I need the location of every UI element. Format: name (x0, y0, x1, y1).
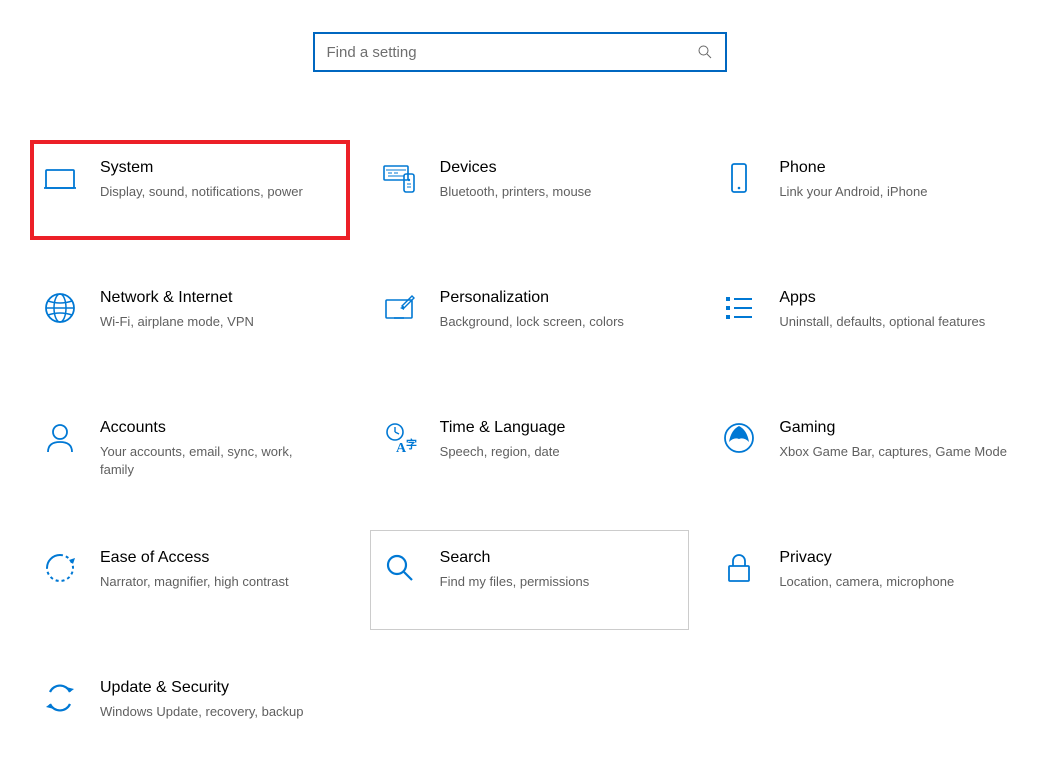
search-category-icon (382, 550, 418, 586)
category-desc: Your accounts, email, sync, work, family (100, 443, 330, 479)
category-title: Time & Language (440, 418, 670, 439)
category-phone[interactable]: Phone Link your Android, iPhone (709, 140, 1029, 240)
category-text: Gaming Xbox Game Bar, captures, Game Mod… (779, 418, 1017, 461)
category-text: Apps Uninstall, defaults, optional featu… (779, 288, 1017, 331)
search-icon (697, 44, 713, 60)
category-title: Phone (779, 158, 1009, 179)
category-title: Update & Security (100, 678, 330, 699)
category-text: Personalization Background, lock screen,… (440, 288, 678, 331)
category-time-language[interactable]: A 字 Time & Language Speech, region, date (370, 400, 690, 500)
category-desc: Find my files, permissions (440, 573, 670, 591)
devices-icon (382, 160, 418, 196)
category-devices[interactable]: Devices Bluetooth, printers, mouse (370, 140, 690, 240)
network-icon (42, 290, 78, 326)
category-update-security[interactable]: Update & Security Windows Update, recove… (30, 660, 350, 760)
category-text: Update & Security Windows Update, recove… (100, 678, 338, 721)
phone-icon (721, 160, 757, 196)
category-desc: Xbox Game Bar, captures, Game Mode (779, 443, 1009, 461)
category-text: Accounts Your accounts, email, sync, wor… (100, 418, 338, 479)
category-network[interactable]: Network & Internet Wi-Fi, airplane mode,… (30, 270, 350, 370)
category-text: Devices Bluetooth, printers, mouse (440, 158, 678, 201)
category-title: Ease of Access (100, 548, 330, 569)
ease-of-access-icon (42, 550, 78, 586)
category-system[interactable]: System Display, sound, notifications, po… (30, 140, 350, 240)
category-search[interactable]: Search Find my files, permissions (370, 530, 690, 630)
category-title: Devices (440, 158, 670, 179)
category-desc: Uninstall, defaults, optional features (779, 313, 1009, 331)
search-container (313, 32, 727, 72)
category-text: Phone Link your Android, iPhone (779, 158, 1017, 201)
category-text: Privacy Location, camera, microphone (779, 548, 1017, 591)
category-title: Apps (779, 288, 1009, 309)
category-title: Privacy (779, 548, 1009, 569)
category-apps[interactable]: Apps Uninstall, defaults, optional featu… (709, 270, 1029, 370)
category-desc: Location, camera, microphone (779, 573, 1009, 591)
category-title: Accounts (100, 418, 330, 439)
gaming-icon (721, 420, 757, 456)
personalization-icon (382, 290, 418, 326)
category-desc: Link your Android, iPhone (779, 183, 1009, 201)
category-desc: Display, sound, notifications, power (100, 183, 330, 201)
search-input[interactable] (327, 44, 697, 61)
system-icon (42, 160, 78, 196)
update-security-icon (42, 680, 78, 716)
category-desc: Narrator, magnifier, high contrast (100, 573, 330, 591)
time-language-icon: A 字 (382, 420, 418, 456)
category-desc: Bluetooth, printers, mouse (440, 183, 670, 201)
category-privacy[interactable]: Privacy Location, camera, microphone (709, 530, 1029, 630)
category-desc: Background, lock screen, colors (440, 313, 670, 331)
category-desc: Windows Update, recovery, backup (100, 703, 330, 721)
category-text: Time & Language Speech, region, date (440, 418, 678, 461)
category-title: Network & Internet (100, 288, 330, 309)
category-text: Ease of Access Narrator, magnifier, high… (100, 548, 338, 591)
category-title: System (100, 158, 330, 179)
svg-text:字: 字 (406, 437, 417, 451)
category-text: System Display, sound, notifications, po… (100, 158, 338, 201)
category-desc: Speech, region, date (440, 443, 670, 461)
category-accounts[interactable]: Accounts Your accounts, email, sync, wor… (30, 400, 350, 500)
settings-categories-grid: System Display, sound, notifications, po… (30, 140, 1029, 760)
category-text: Search Find my files, permissions (440, 548, 678, 591)
search-box[interactable] (313, 32, 727, 72)
privacy-icon (721, 550, 757, 586)
category-gaming[interactable]: Gaming Xbox Game Bar, captures, Game Mod… (709, 400, 1029, 500)
category-desc: Wi-Fi, airplane mode, VPN (100, 313, 330, 331)
category-ease-of-access[interactable]: Ease of Access Narrator, magnifier, high… (30, 530, 350, 630)
category-text: Network & Internet Wi-Fi, airplane mode,… (100, 288, 338, 331)
apps-icon (721, 290, 757, 326)
category-title: Personalization (440, 288, 670, 309)
accounts-icon (42, 420, 78, 456)
category-title: Gaming (779, 418, 1009, 439)
category-title: Search (440, 548, 670, 569)
category-personalization[interactable]: Personalization Background, lock screen,… (370, 270, 690, 370)
